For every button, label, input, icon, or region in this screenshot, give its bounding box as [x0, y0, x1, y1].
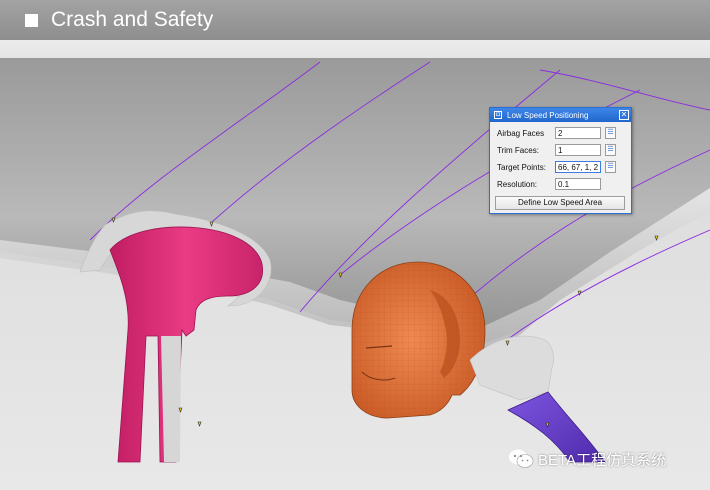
close-icon[interactable]: ✕ — [619, 110, 629, 120]
a-pillar-slot — [161, 336, 181, 462]
slide-header: Crash and Safety — [0, 0, 710, 40]
pick-entities-icon[interactable]: ☰ — [605, 161, 616, 173]
dialog-title: Low Speed Positioning — [507, 110, 589, 120]
pick-entities-icon[interactable]: ☰ — [605, 144, 616, 156]
header-square-icon — [25, 13, 38, 27]
target-points-label: Target Points: — [497, 163, 546, 172]
window-icon: ◘ — [494, 111, 502, 119]
watermark-text: BETA工程仿真系统 — [538, 451, 667, 469]
low-speed-positioning-dialog: ◘ Low Speed Positioning ✕ Airbag Faces 2… — [489, 107, 632, 214]
airbag-faces-input[interactable]: 2 — [555, 127, 601, 139]
airbag-faces-label: Airbag Faces — [497, 129, 545, 138]
wechat-icon — [509, 449, 534, 468]
resolution-input[interactable]: 0.1 — [555, 178, 601, 190]
target-points-input[interactable]: 66, 67, 1, 2 — [555, 161, 601, 173]
define-low-speed-area-button[interactable]: Define Low Speed Area — [495, 196, 625, 210]
watermark: BETA工程仿真系统 — [508, 447, 666, 471]
slide-title: Crash and Safety — [51, 8, 214, 31]
header-strip — [0, 40, 710, 58]
dialog-titlebar[interactable]: ◘ Low Speed Positioning ✕ — [490, 108, 631, 122]
pick-entities-icon[interactable]: ☰ — [605, 127, 616, 139]
trim-faces-input[interactable]: 1 — [555, 144, 601, 156]
resolution-label: Resolution: — [497, 180, 538, 189]
trim-faces-label: Trim Faces: — [497, 146, 539, 155]
